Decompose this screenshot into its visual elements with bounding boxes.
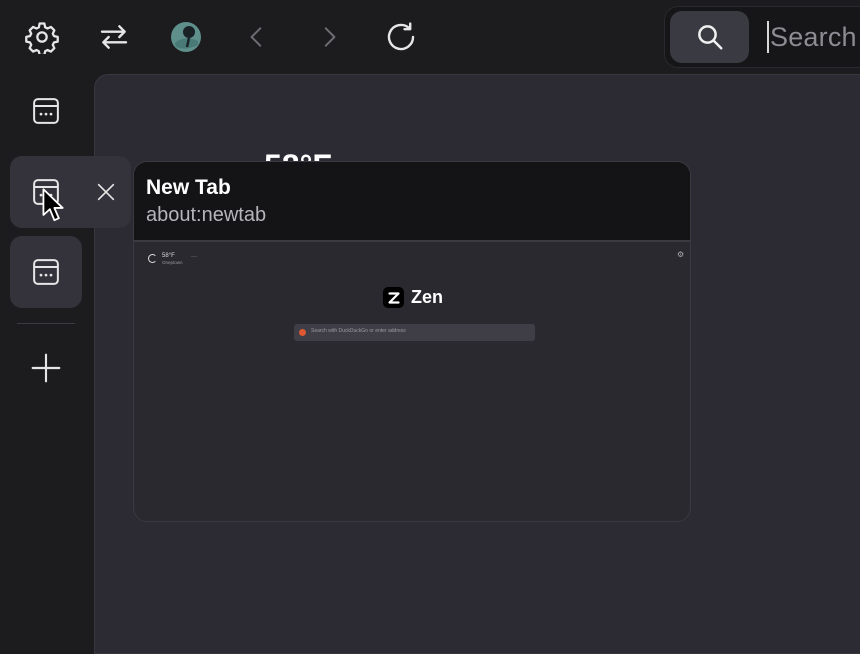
zen-logo-icon [383, 287, 404, 308]
tab-preview-popup: New Tab about:newtab 58°F Oneptown ··· ⚙… [133, 161, 691, 522]
forward-button[interactable] [306, 14, 352, 60]
back-button[interactable] [234, 14, 280, 60]
swap-button[interactable] [91, 14, 137, 60]
thumbnail-more: ··· [191, 254, 197, 260]
chevron-left-icon [250, 27, 262, 47]
thumbnail-search-placeholder: Search with DuckDuckGo or enter address [311, 328, 406, 334]
tab-page-icon [33, 259, 59, 285]
arrows-swap-icon [100, 25, 128, 49]
sidebar-tab-3-active[interactable] [10, 236, 82, 308]
reload-icon [387, 22, 415, 51]
tab-preview-title: New Tab [146, 176, 231, 199]
thumbnail-brand: Zen [411, 287, 444, 307]
weather-icon [148, 254, 157, 263]
profile-avatar-icon [171, 22, 201, 52]
settings-button[interactable] [19, 14, 65, 60]
plus-icon [31, 353, 61, 383]
mouse-pointer-icon [42, 188, 64, 222]
duckduckgo-icon [299, 329, 306, 336]
search-icon [697, 25, 722, 50]
tab-preview-url: about:newtab [146, 204, 267, 226]
gear-icon [25, 22, 59, 54]
close-icon [97, 183, 115, 201]
search-button[interactable] [670, 11, 749, 63]
sidebar-tab-1[interactable] [10, 75, 82, 147]
profile-avatar-button[interactable] [163, 14, 209, 60]
reload-button[interactable] [378, 14, 424, 60]
new-tab-button[interactable] [10, 332, 82, 404]
thumbnail-location: Oneptown [162, 260, 183, 265]
tab-close-button[interactable] [93, 179, 119, 205]
gear-icon: ⚙ [677, 250, 685, 259]
thumbnail-temperature: 58°F [162, 253, 175, 259]
search-input[interactable]: Search [767, 21, 857, 53]
sidebar-divider [17, 323, 75, 324]
chevron-right-icon [324, 27, 336, 47]
tab-preview-header: New Tab about:newtab [134, 162, 690, 242]
tab-page-icon [33, 98, 59, 124]
